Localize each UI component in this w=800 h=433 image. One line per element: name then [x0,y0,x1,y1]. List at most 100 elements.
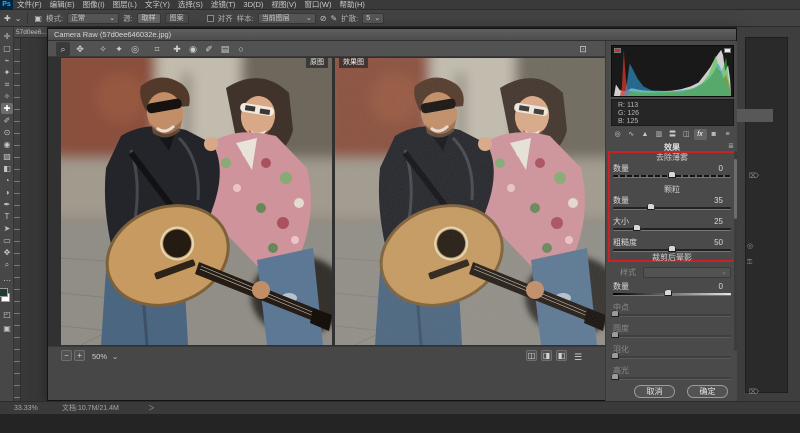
graduated-filter-tool[interactable]: ▤ [218,42,232,56]
pen-tool[interactable]: ✒ [1,199,13,210]
swap-before-after-button[interactable]: ◨ [541,350,552,361]
mode-dropdown[interactable]: 正常⌄ [67,13,119,24]
eyedropper-tool[interactable]: ✧ [1,91,13,102]
zoom-level-dropdown[interactable]: 50% [92,352,107,361]
aligned-checkbox[interactable] [207,15,214,22]
menu-layer[interactable]: 图层(L) [109,0,141,10]
chevron-down-icon[interactable]: ⌄ [15,14,22,23]
menu-type[interactable]: 文字(Y) [141,0,174,10]
path-selection-tool[interactable]: ➤ [1,223,13,234]
view-menu-icon[interactable]: ☰ [574,352,582,363]
after-image[interactable]: 效果图 [335,58,606,345]
diffusion-dropdown[interactable]: 5⌄ [362,13,384,24]
tab-presets[interactable]: ≡ [721,129,734,140]
histogram[interactable] [611,45,734,97]
sample-dropdown[interactable]: 当前图层⌄ [258,13,316,24]
spot-healing-brush-tool[interactable]: ✚ [1,103,13,114]
tab-lens-corrections[interactable]: ◫ [680,129,693,140]
zoom-out-button[interactable]: − [61,350,72,361]
pressure-size-icon[interactable]: ✎ [330,14,337,23]
marquee-tool[interactable]: ▢ [1,43,13,54]
highlight-clipping-indicator[interactable] [724,48,731,53]
menu-window[interactable]: 窗口(W) [300,0,335,10]
menu-view[interactable]: 视图(V) [267,0,300,10]
tab-detail[interactable]: ▲ [639,129,652,140]
spot-removal-tool[interactable]: ✚ [170,42,184,56]
zoom-tool[interactable]: ⌕ [1,259,13,270]
blend-mode-icon[interactable]: ◎ [747,243,753,250]
source-pattern-button[interactable]: 图案 [165,13,189,24]
vignette-style-dropdown[interactable]: ⌄ [643,267,731,278]
document-tab[interactable]: 57d0ee6... [14,27,47,38]
chevron-down-icon[interactable]: ⌄ [112,352,118,361]
zoom-percentage-field[interactable]: 33.33% [14,405,38,412]
rgb-readout: R: 113 G: 126 B: 125 [611,99,734,126]
menu-filter[interactable]: 滤镜(T) [207,0,240,10]
status-bar: 33.33% 文档:10.7M/21.4M ＞ [0,401,800,414]
tab-effects[interactable]: fx [694,129,707,140]
red-eye-removal-tool[interactable]: ◉ [186,42,200,56]
tab-tone-curve[interactable]: ∿ [625,129,638,140]
before-image[interactable]: 原图 [61,58,332,345]
lasso-tool[interactable]: ⌁ [1,55,13,66]
shape-tool[interactable]: ▭ [1,235,13,246]
dialog-title[interactable]: Camera Raw (57d0ee646032e.jpg) [48,29,736,41]
gradient-tool[interactable]: ◧ [1,163,13,174]
tab-camera-calibration[interactable]: ◙ [707,129,720,140]
crop-tool[interactable]: ⌗ [1,79,13,90]
history-brush-tool[interactable]: ◉ [1,139,13,150]
fullscreen-icon[interactable]: ⊡ [576,42,590,56]
color-sampler-tool[interactable]: ✦ [112,42,126,56]
dodge-tool[interactable]: ◑ [1,187,13,198]
brush-panel-icon[interactable]: ▣ [34,14,42,23]
lock-icon[interactable]: ⚿ [747,259,752,266]
menu-file[interactable]: 文件(F) [13,0,46,10]
before-after-view-button[interactable]: ◫ [526,350,537,361]
menu-edit[interactable]: 编辑(E) [46,0,79,10]
zoom-in-button[interactable]: + [74,350,85,361]
dehaze-amount-slider[interactable] [613,175,731,178]
menu-3d[interactable]: 3D(D) [239,0,267,10]
clone-stamp-tool[interactable]: ⊙ [1,127,13,138]
eraser-tool[interactable]: ▨ [1,151,13,162]
move-tool[interactable]: ✛ [1,31,13,42]
hand-tool[interactable]: ✥ [1,247,13,258]
grain-roughness-slider[interactable] [613,249,731,252]
menu-select[interactable]: 选择(S) [174,0,207,10]
ignore-adjustment-layers-icon[interactable]: ⊘ [320,14,327,23]
white-balance-tool[interactable]: ✧ [96,42,110,56]
source-sampled-button[interactable]: 取样 [137,13,161,24]
tab-basic[interactable]: ◎ [611,129,624,140]
grain-amount-slider[interactable] [613,207,731,210]
trash-icon[interactable]: ⌦ [749,389,759,396]
crop-tool[interactable]: ⌗ [150,42,164,56]
edit-toolbar-icon[interactable]: ⋯ [1,275,13,286]
radial-filter-tool[interactable]: ○ [234,42,248,56]
tool-preset-icon[interactable]: ✚ [4,14,11,23]
blur-tool[interactable]: ◔ [1,175,13,186]
adjustment-brush-tool[interactable]: ✐ [202,42,216,56]
foreground-color-swatch[interactable] [0,288,8,297]
aligned-label: 对齐 [218,13,233,24]
cancel-button[interactable]: 取消 [634,385,675,398]
tab-split-toning[interactable]: 〓 [666,129,679,140]
trash-icon[interactable]: ⌦ [749,173,759,180]
vignette-amount-slider[interactable] [613,293,731,296]
screen-mode-icon[interactable]: ▣ [1,323,13,334]
menu-help[interactable]: 帮助(H) [336,0,369,10]
menu-image[interactable]: 图像(I) [79,0,109,10]
quick-mask-icon[interactable]: ◰ [1,309,13,320]
grain-size-slider[interactable] [613,228,731,231]
copy-settings-button[interactable]: ◧ [556,350,567,361]
hand-tool[interactable]: ✥ [73,42,87,56]
shadow-clipping-indicator[interactable] [614,48,621,53]
panel-menu-icon[interactable]: ≣ [728,142,734,150]
type-tool[interactable]: T [1,211,13,222]
ok-button[interactable]: 确定 [687,385,728,398]
brush-tool[interactable]: ✐ [1,115,13,126]
tab-hsl[interactable]: ▥ [652,129,665,140]
quick-selection-tool[interactable]: ✦ [1,67,13,78]
targeted-adjustment-tool[interactable]: ◎ [128,42,142,56]
zoom-tool[interactable]: ⌕ [56,42,70,56]
status-arrow-icon[interactable]: ＞ [148,405,155,412]
